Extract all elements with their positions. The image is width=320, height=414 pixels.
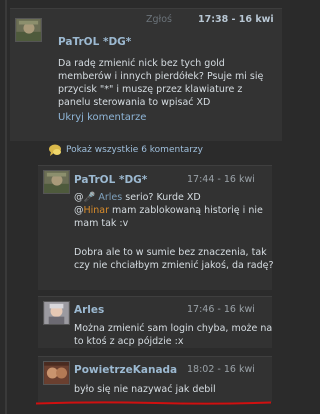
- avatar-image-icon: [16, 19, 41, 41]
- comments-bubble-icon: [49, 144, 61, 156]
- comments-panel: Zgłoś 17:38 - 16 kwi PaTrOL *DG* Da radę…: [0, 0, 290, 414]
- avatar[interactable]: [43, 301, 70, 325]
- reply-author[interactable]: Arles: [74, 304, 104, 316]
- reply-time: 17:44 - 16 kwi: [187, 174, 255, 185]
- avatar-image-icon: [44, 362, 69, 384]
- reply-author[interactable]: PowietrzeKanada: [74, 364, 177, 376]
- reply-author[interactable]: PaTrOL *DG*: [74, 174, 147, 186]
- avatar[interactable]: [15, 18, 42, 42]
- reply-text: @🎤 Arles serio? Kurde XD @Hinar mam zabl…: [74, 191, 274, 230]
- avatar-image-icon: [44, 302, 69, 324]
- reply-text: było się nie nazywać jak debil: [74, 384, 216, 395]
- comment-author[interactable]: PaTrOL *DG*: [58, 36, 131, 48]
- thread-line: [5, 0, 7, 414]
- reply-time: 18:02 - 16 kwi: [187, 364, 255, 375]
- avatar[interactable]: [43, 361, 70, 385]
- microphone-icon: 🎤: [83, 192, 96, 203]
- at-sign: @: [74, 205, 84, 216]
- mention-link[interactable]: Arles: [98, 192, 122, 203]
- avatar[interactable]: [43, 170, 70, 194]
- red-underline-annotation: [36, 401, 271, 405]
- reply-text: Można zmienić sam login chyba, może na t…: [74, 323, 273, 347]
- reply-text: Dobra ale to w sumie bez znaczenia, tak …: [74, 247, 274, 271]
- at-sign: @: [74, 192, 84, 203]
- reply-time: 17:46 - 16 kwi: [187, 304, 255, 315]
- reply-text-part: serio? Kurde XD: [122, 192, 201, 203]
- report-link[interactable]: Zgłoś: [146, 14, 172, 25]
- avatar-image-icon: [44, 171, 69, 193]
- comment-text: Da radę zmienić nick bez tych gold membe…: [58, 58, 264, 108]
- hide-comments-link[interactable]: Ukryj komentarze: [58, 112, 146, 123]
- comment-time: 17:38 - 16 kwi: [198, 14, 274, 25]
- mention-link[interactable]: Hinar: [84, 205, 110, 216]
- show-all-comments-link[interactable]: Pokaż wszystkie 6 komentarzy: [66, 145, 203, 155]
